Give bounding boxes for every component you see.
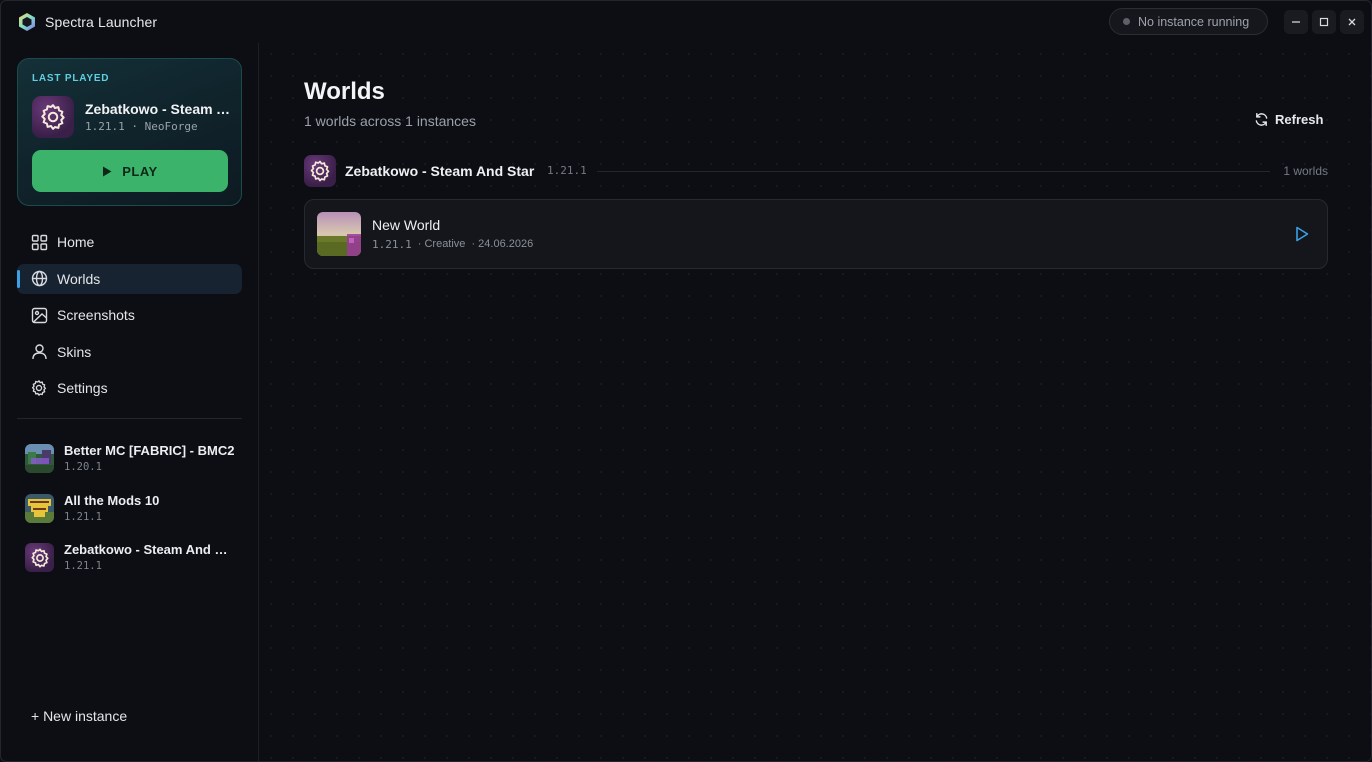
world-play-button[interactable] (1293, 225, 1311, 243)
instance-status-text: No instance running (1138, 14, 1250, 29)
refresh-icon (1255, 112, 1268, 126)
sidebar-item-label: Settings (57, 380, 108, 396)
zebatkowo-gear-icon (25, 543, 54, 572)
sidebar-item-home[interactable]: Home (17, 227, 242, 257)
close-button[interactable] (1340, 10, 1364, 34)
group-instance-version: 1.21.1 (547, 164, 587, 177)
instance-version: 1.21.1 (64, 510, 102, 523)
last-played-loader: NeoForge (144, 120, 198, 133)
better-mc-thumbnail (25, 444, 54, 473)
sidebar-nav: Home Worlds Screenshots Skins Settings (17, 227, 242, 410)
world-mode: · Creative (417, 238, 466, 250)
maximize-button[interactable] (1312, 10, 1336, 34)
instance-list: Better MC [FABRIC] - BMC2 1.20.1 All the… (17, 438, 242, 587)
globe-icon (30, 270, 48, 288)
all-the-mods-thumbnail (25, 493, 54, 523)
spectra-logo-icon (19, 13, 35, 31)
instance-item-all-the-mods[interactable]: All the Mods 10 1.21.1 (17, 488, 242, 538)
instance-gear-icon (304, 155, 336, 187)
instance-item-better-mc[interactable]: Better MC [FABRIC] - BMC2 1.20.1 (17, 438, 242, 488)
instance-name: All the Mods 10 (64, 492, 160, 508)
instance-version: 1.20.1 (64, 461, 102, 473)
last-played-version: 1.21.1 (85, 120, 125, 133)
world-card[interactable]: New World 1.21.1 · Creative · 24.06.2026 (304, 199, 1328, 269)
sidebar: LAST PLAYED Zebatkowo - Steam And Star 1… (1, 43, 259, 761)
minimize-icon (1292, 21, 1300, 23)
play-button[interactable]: PLAY (32, 150, 228, 192)
refresh-button[interactable]: Refresh (1254, 109, 1323, 129)
title-bar[interactable]: Spectra Launcher No instance running (1, 1, 1371, 43)
status-dot-icon (1123, 18, 1130, 25)
group-divider (597, 171, 1270, 172)
app-window: Spectra Launcher No instance running LAS… (0, 0, 1372, 762)
main-content: Worlds 1 worlds across 1 instances Refre… (260, 43, 1371, 761)
close-icon (1348, 18, 1356, 26)
instance-status-pill: No instance running (1109, 8, 1268, 35)
refresh-label: Refresh (1275, 111, 1324, 127)
play-outline-icon (1296, 226, 1309, 242)
new-instance-button[interactable]: + New instance (31, 708, 127, 724)
last-played-meta: 1.21.1 · NeoForge (85, 120, 198, 133)
world-name: New World (372, 217, 441, 233)
sidebar-divider (17, 418, 242, 419)
world-version: 1.21.1 (372, 238, 412, 251)
sidebar-item-screenshots[interactable]: Screenshots (17, 300, 242, 330)
last-played-instance-name: Zebatkowo - Steam And Star (85, 101, 233, 117)
minimize-button[interactable] (1284, 10, 1308, 34)
app-title: Spectra Launcher (45, 14, 158, 30)
user-icon (30, 343, 48, 361)
maximize-icon (1319, 17, 1329, 27)
sidebar-item-label: Screenshots (57, 307, 135, 323)
sidebar-item-settings[interactable]: Settings (17, 373, 242, 403)
page-title: Worlds (304, 78, 385, 105)
sidebar-item-label: Skins (57, 343, 92, 360)
world-thumbnail (317, 212, 361, 256)
world-date: · 24.06.2026 (471, 238, 534, 250)
sidebar-item-worlds[interactable]: Worlds (17, 263, 242, 294)
gear-icon (30, 379, 48, 397)
last-played-card: LAST PLAYED Zebatkowo - Steam And Star 1… (17, 58, 242, 206)
instance-item-zebatkowo[interactable]: Zebatkowo - Steam And Star 1.21.1 (17, 537, 242, 587)
instance-name: Zebatkowo - Steam And Star (64, 542, 236, 557)
instance-group-header: Zebatkowo - Steam And Star 1.21.1 1 worl… (304, 155, 1328, 187)
last-played-label: LAST PLAYED (32, 73, 110, 84)
sidebar-item-label: Worlds (57, 270, 101, 287)
group-world-count: 1 worlds (1283, 164, 1328, 178)
instance-gear-icon (32, 96, 74, 138)
sidebar-item-label: Home (57, 234, 95, 250)
sidebar-item-skins[interactable]: Skins (17, 337, 242, 367)
page-subtitle: 1 worlds across 1 instances (304, 113, 476, 129)
group-instance-name: Zebatkowo - Steam And Star (345, 163, 535, 179)
image-icon (30, 306, 48, 324)
play-label: PLAY (122, 163, 158, 179)
play-icon (103, 166, 112, 176)
grid-icon (30, 233, 48, 251)
instance-version: 1.21.1 (64, 560, 102, 572)
instance-name: Better MC [FABRIC] - BMC2 (64, 443, 235, 458)
world-meta: 1.21.1 · Creative · 24.06.2026 (372, 238, 533, 251)
